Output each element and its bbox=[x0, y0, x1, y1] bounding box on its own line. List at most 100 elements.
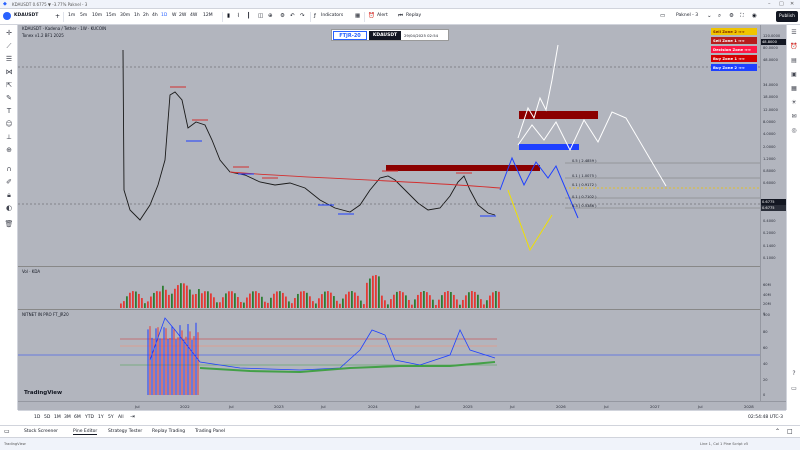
projection-yellow bbox=[507, 189, 553, 252]
range-6m[interactable]: 6M bbox=[74, 415, 81, 420]
volume-bar bbox=[456, 299, 458, 308]
range-1y[interactable]: 1Y bbox=[98, 415, 104, 420]
price-label: 0.2000 bbox=[763, 231, 776, 235]
price-label: 0.1400 bbox=[763, 244, 776, 248]
volume-bar bbox=[492, 292, 494, 308]
volume-bar bbox=[243, 302, 245, 308]
status-left: TradingView bbox=[4, 442, 26, 446]
volume-bar bbox=[387, 304, 389, 308]
clock-timezone[interactable]: 02:54:48 UTC-3 bbox=[748, 415, 783, 420]
tab-trading-panel[interactable]: Trading Panel bbox=[195, 429, 225, 434]
volume-bar bbox=[411, 304, 413, 308]
volume-bars bbox=[120, 275, 500, 308]
volume-bar bbox=[132, 291, 134, 308]
volume-bar bbox=[366, 282, 368, 308]
volume-bar bbox=[135, 291, 137, 308]
volume-bar bbox=[231, 291, 233, 308]
volume-bar bbox=[234, 293, 236, 308]
volume-bar bbox=[360, 300, 362, 308]
volume-bar bbox=[489, 295, 491, 308]
volume-bar bbox=[345, 294, 347, 308]
volume-bar bbox=[141, 298, 143, 308]
time-label: 2022 bbox=[180, 404, 190, 409]
tab-replay-trading[interactable]: Replay Trading bbox=[152, 429, 185, 434]
price-label: 80.0000 bbox=[763, 46, 778, 50]
volume-bar bbox=[330, 292, 332, 308]
range-ytd[interactable]: YTD bbox=[85, 415, 94, 420]
volume-bar bbox=[438, 299, 440, 308]
volume-bar bbox=[153, 292, 155, 308]
chart-drawing bbox=[18, 44, 760, 395]
collapse-panel-icon[interactable]: ⌃ bbox=[775, 428, 780, 435]
price-label: 0.4000 bbox=[763, 219, 776, 223]
volume-bar bbox=[405, 295, 407, 308]
volume-bar bbox=[237, 297, 239, 308]
volume-bar bbox=[213, 297, 215, 308]
volume-bar bbox=[177, 285, 179, 308]
volume-bar bbox=[321, 294, 323, 308]
tab-stock-screener[interactable]: Stock Screener bbox=[24, 429, 58, 434]
volume-bar bbox=[303, 291, 305, 308]
volume-bar bbox=[225, 293, 227, 308]
volume-bar bbox=[147, 301, 149, 308]
volume-bar bbox=[357, 295, 359, 308]
range-3m[interactable]: 3M bbox=[64, 415, 71, 420]
volume-bar bbox=[414, 299, 416, 308]
volume-bar bbox=[447, 291, 449, 308]
price-badge: 48.8000 bbox=[761, 39, 786, 45]
osc-axis-label: 40 bbox=[763, 362, 768, 366]
zone-buy-1: Buy Zone 1 ⇒⇒ bbox=[711, 55, 757, 62]
volume-bar bbox=[483, 304, 485, 308]
fib-label: 0.1 ( 0.9172 ) bbox=[572, 183, 597, 187]
volume-bar bbox=[471, 291, 473, 308]
volume-bar bbox=[465, 295, 467, 308]
time-label: 2024 bbox=[368, 404, 378, 409]
time-label: Jul bbox=[604, 404, 609, 409]
volume-bar bbox=[300, 291, 302, 308]
volume-bar bbox=[498, 291, 500, 308]
range-1d[interactable]: 1D bbox=[34, 415, 40, 420]
volume-bar bbox=[333, 296, 335, 308]
range-1m[interactable]: 1M bbox=[54, 415, 61, 420]
time-axis[interactable]: Jul 2022 Jul 2023 Jul 2024 Jul 2025 Jul … bbox=[18, 401, 786, 410]
volume-bar bbox=[267, 302, 269, 308]
price-line bbox=[122, 49, 496, 221]
volume-bar bbox=[327, 291, 329, 308]
maximize-panel-icon[interactable]: □ bbox=[787, 428, 793, 435]
volume-bar bbox=[315, 303, 317, 308]
volume-bar bbox=[279, 291, 281, 308]
range-5y[interactable]: 5Y bbox=[108, 415, 114, 420]
goto-date-icon[interactable]: ⇥ bbox=[130, 414, 135, 420]
volume-bar bbox=[252, 291, 254, 308]
volume-bar bbox=[219, 302, 221, 308]
volume-bar bbox=[306, 292, 308, 308]
status-right: Line 1, Col 1 Pine Script v5 bbox=[700, 442, 749, 446]
candles bbox=[122, 49, 496, 221]
range-5d[interactable]: 5D bbox=[44, 415, 50, 420]
bottom-panel-tabs: ▭ Stock Screener Pine Editor Strategy Te… bbox=[0, 425, 800, 437]
volume-bar bbox=[399, 291, 401, 308]
volume-axis-label: 40M bbox=[763, 293, 771, 297]
price-label: 8.0000 bbox=[763, 120, 776, 124]
price-axis[interactable]: 120.0000 80.0000 48.0000 34.0000 18.0000… bbox=[760, 25, 786, 401]
time-label: 2028 bbox=[744, 404, 754, 409]
oscillator-bars bbox=[18, 317, 760, 395]
volume-bar bbox=[417, 294, 419, 308]
volume-bar bbox=[378, 276, 380, 308]
range-bar: 1D 5D 1M 3M 6M YTD 1Y 5Y All ⇥ 02:54:48 … bbox=[18, 410, 786, 425]
volume-bar bbox=[351, 291, 353, 308]
zone-sell-1: Sell Zone 1 ⇒⇒ bbox=[711, 37, 757, 44]
range-all[interactable]: All bbox=[118, 415, 124, 420]
price-label: 0.1000 bbox=[763, 256, 776, 260]
tab-pine-editor[interactable]: Pine Editor bbox=[73, 429, 98, 435]
volume-bar bbox=[162, 285, 164, 308]
volume-bar bbox=[129, 292, 131, 308]
zone-decision: Decision Zone ⇒⇒ bbox=[711, 46, 757, 53]
panel-toggle-icon[interactable]: ▭ bbox=[4, 428, 10, 435]
tab-strategy-tester[interactable]: Strategy Tester bbox=[108, 429, 142, 434]
price-label: 2.0000 bbox=[763, 145, 776, 149]
volume-bar bbox=[429, 295, 431, 308]
time-label: Jul bbox=[698, 404, 703, 409]
volume-bar bbox=[195, 293, 197, 308]
volume-bar bbox=[354, 292, 356, 308]
